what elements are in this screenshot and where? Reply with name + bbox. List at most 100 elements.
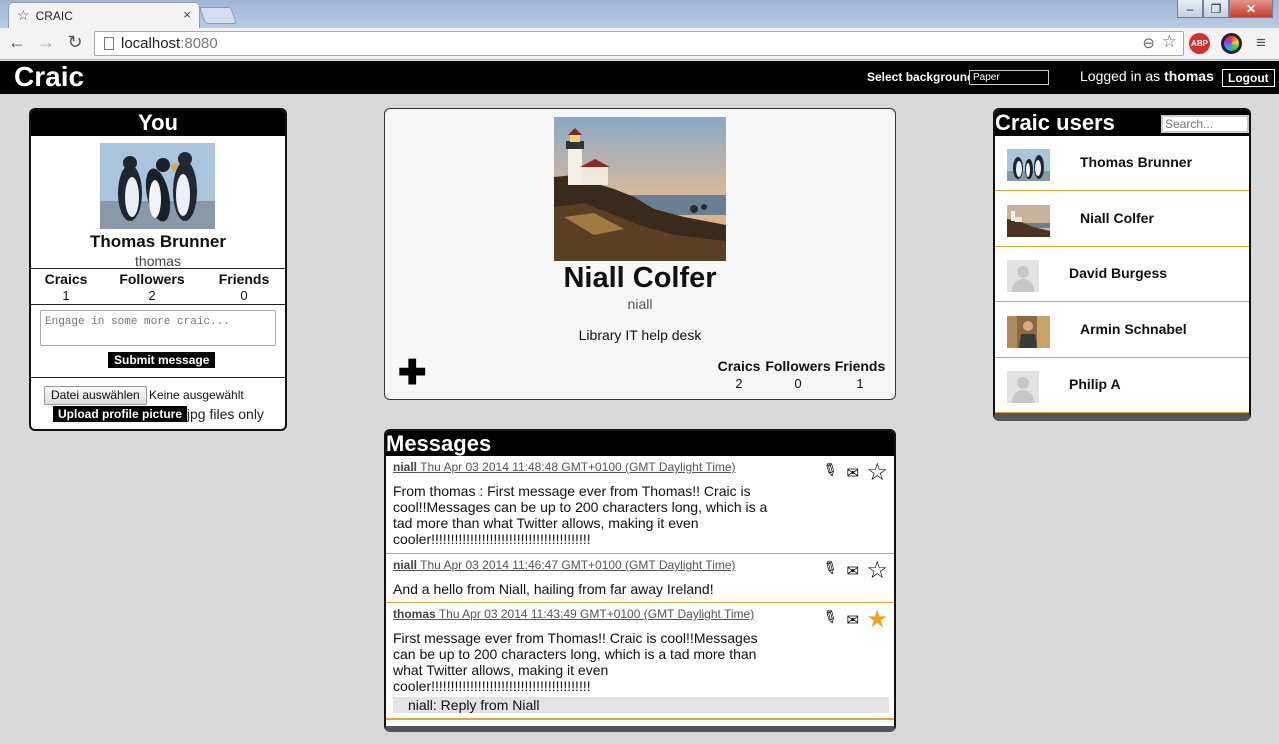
user-list-item[interactable]: Niall Colfer xyxy=(995,192,1249,247)
stat-value: 0 xyxy=(240,288,248,303)
message-date: Thu Apr 03 2014 11:43:49 GMT+0100 (GMT D… xyxy=(438,607,755,621)
address-bar[interactable]: localhost:8080 ⊖ ☆ xyxy=(94,31,1184,56)
favorite-star-icon[interactable]: ☆ xyxy=(866,559,888,583)
window-controls: ‒ ❐ ✕ xyxy=(1177,0,1273,18)
my-avatar-penguins xyxy=(100,143,215,229)
favorite-star-icon[interactable]: ☆ xyxy=(866,461,888,485)
message-author[interactable]: niall xyxy=(393,460,417,474)
stat-value: 1 xyxy=(856,376,864,391)
back-arrow-icon[interactable]: ← xyxy=(6,32,28,53)
app-logo[interactable]: Craic xyxy=(14,61,84,93)
new-message-input[interactable] xyxy=(40,310,276,346)
profile-stat-followers[interactable]: Followers 0 xyxy=(764,358,832,391)
user-avatar-penguins xyxy=(1007,149,1050,181)
user-name[interactable]: David Burgess xyxy=(1069,265,1167,281)
craic-favicon-icon: ☆ xyxy=(17,7,30,23)
message-reply: niall: Reply from Niall xyxy=(393,697,889,713)
stat-label: Friends xyxy=(218,271,270,287)
app-header: Craic Select background: Logged in as th… xyxy=(0,61,1279,94)
url-port: :8080 xyxy=(180,35,218,52)
browser-tab[interactable]: ☆ CRAIC × xyxy=(8,2,200,28)
divider xyxy=(31,304,285,305)
tab-title: CRAIC xyxy=(35,8,73,23)
user-search-input[interactable] xyxy=(1161,115,1249,133)
messages-title: Messages xyxy=(386,431,894,456)
message-meta[interactable]: niall Thu Apr 03 2014 11:46:47 GMT+0100 … xyxy=(393,558,736,572)
favorite-star-filled-icon[interactable]: ★ xyxy=(866,608,888,632)
bookmark-star-icon[interactable]: ☆ xyxy=(1162,32,1177,52)
stat-value: 1 xyxy=(62,288,70,303)
message-date: Thu Apr 03 2014 11:46:47 GMT+0100 (GMT D… xyxy=(420,558,736,572)
envelope-icon[interactable]: ✉ xyxy=(846,464,866,482)
user-name[interactable]: Armin Schnabel xyxy=(1080,321,1187,337)
user-name[interactable]: Niall Colfer xyxy=(1080,210,1154,226)
user-list-item[interactable]: Philip A xyxy=(995,358,1249,413)
my-stat-craics[interactable]: Craics 1 xyxy=(31,271,106,303)
message-author[interactable]: thomas xyxy=(393,607,436,621)
submit-message-button[interactable]: Submit message xyxy=(108,352,216,368)
follow-plus-icon[interactable]: ✚ xyxy=(398,356,427,390)
message-item: thomas Thu Apr 03 2014 11:43:49 GMT+0100… xyxy=(386,603,894,720)
user-list-item[interactable]: David Burgess xyxy=(995,247,1249,302)
close-window-icon[interactable]: ✕ xyxy=(1229,0,1273,18)
message-actions: ✎ ✉ ☆ xyxy=(820,458,888,485)
adblock-icon[interactable]: ABP xyxy=(1189,33,1210,54)
browser-menu-icon[interactable]: ≡ xyxy=(1256,33,1266,53)
my-stat-followers[interactable]: Followers 2 xyxy=(112,271,192,303)
stat-label: Followers xyxy=(119,271,185,287)
profile-stat-friends[interactable]: Friends 1 xyxy=(834,358,886,391)
minimize-icon[interactable]: ‒ xyxy=(1177,0,1203,18)
message-item: niall Thu Apr 03 2014 11:48:48 GMT+0100 … xyxy=(386,456,894,554)
message-text: First message ever from Thomas!! Craic i… xyxy=(393,630,758,694)
user-avatar-default-icon xyxy=(1007,260,1050,292)
my-full-name: Thomas Brunner xyxy=(89,232,227,251)
choose-file-button[interactable]: Datei auswählen xyxy=(44,386,147,405)
forward-arrow-icon[interactable]: → xyxy=(35,32,57,53)
profile-panel: Niall Colfer niall Library IT help desk … xyxy=(384,108,896,400)
profile-bio: Library IT help desk xyxy=(578,327,702,343)
my-stat-friends[interactable]: Friends 0 xyxy=(204,271,284,303)
logged-in-status: Logged in as thomas xyxy=(1080,68,1214,84)
reply-pencil-icon[interactable]: ✎ xyxy=(819,458,850,487)
message-actions: ✎ ✉ ☆ xyxy=(820,556,888,583)
maximize-icon[interactable]: ❐ xyxy=(1203,0,1229,18)
reply-pencil-icon[interactable]: ✎ xyxy=(819,556,850,585)
user-avatar-default-icon xyxy=(1007,371,1050,403)
my-handle: thomas xyxy=(135,253,181,269)
message-text: And a hello from Niall, hailing from far… xyxy=(393,581,714,597)
user-name[interactable]: Thomas Brunner xyxy=(1080,154,1192,170)
craic-users-panel: Craic users Thomas Brunner Niall Colfer … xyxy=(993,108,1251,421)
color-picker-extension-icon[interactable] xyxy=(1221,33,1242,54)
divider xyxy=(31,268,285,269)
upload-profile-picture-button[interactable]: Upload profile picture xyxy=(53,406,188,422)
stat-value: 2 xyxy=(148,288,156,303)
logout-button[interactable]: Logout xyxy=(1222,69,1275,87)
user-name[interactable]: Philip A xyxy=(1069,376,1121,392)
background-select-input[interactable] xyxy=(969,70,1049,85)
profile-picture-lighthouse xyxy=(554,117,726,261)
message-actions: ✎ ✉ ★ xyxy=(820,605,888,632)
reload-icon[interactable]: ↻ xyxy=(64,32,86,53)
you-panel-title: You xyxy=(31,110,285,136)
page-icon xyxy=(104,37,114,50)
new-tab-button[interactable] xyxy=(198,7,238,24)
profile-stat-craics[interactable]: Craics 2 xyxy=(717,358,761,391)
reply-pencil-icon[interactable]: ✎ xyxy=(819,605,850,634)
stat-value: 0 xyxy=(794,376,802,391)
message-meta[interactable]: thomas Thu Apr 03 2014 11:43:49 GMT+0100… xyxy=(393,607,754,621)
upload-format-note: .jpg files only xyxy=(183,406,264,422)
file-status-text: Keine ausgewählt xyxy=(149,388,244,402)
message-meta[interactable]: niall Thu Apr 03 2014 11:48:48 GMT+0100 … xyxy=(393,460,736,474)
envelope-icon[interactable]: ✉ xyxy=(846,562,866,580)
user-list-item[interactable]: Armin Schnabel xyxy=(995,303,1249,358)
profile-handle: niall xyxy=(627,296,653,312)
zoom-icon[interactable]: ⊖ xyxy=(1142,34,1155,52)
envelope-icon[interactable]: ✉ xyxy=(846,611,866,629)
user-avatar-lighthouse xyxy=(1007,205,1050,237)
messages-panel: Messages niall Thu Apr 03 2014 11:48:48 … xyxy=(384,429,896,732)
message-author[interactable]: niall xyxy=(393,558,417,572)
profile-full-name: Niall Colfer xyxy=(563,262,717,294)
stat-value: 2 xyxy=(735,376,743,391)
user-list-item[interactable]: Thomas Brunner xyxy=(995,136,1249,191)
tab-close-icon[interactable]: × xyxy=(183,7,191,22)
